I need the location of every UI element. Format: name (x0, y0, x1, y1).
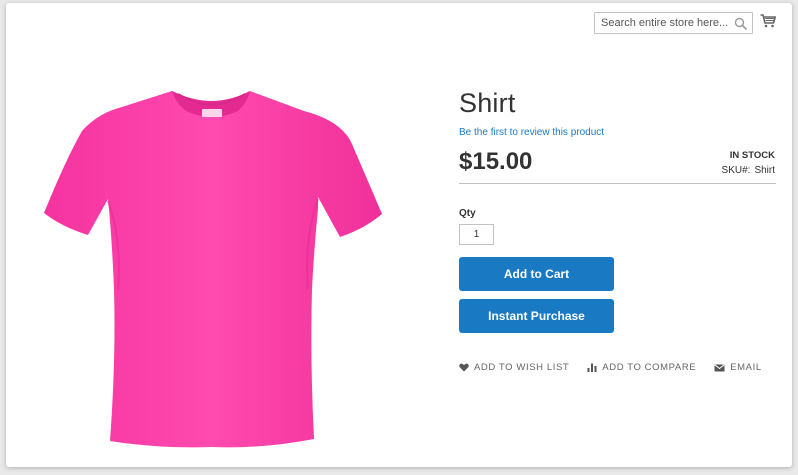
add-to-wishlist-link[interactable]: ADD TO WISH LIST (459, 362, 569, 373)
product-page: Search entire store here... Shirt Be the… (6, 3, 792, 467)
product-social-actions: ADD TO WISH LIST ADD TO COMPARE EMAIL (459, 362, 762, 373)
email-link[interactable]: EMAIL (714, 362, 762, 373)
sku-label: SKU#: (721, 165, 751, 176)
sku-value: Shirt (754, 165, 775, 176)
search-icon[interactable] (734, 17, 747, 30)
qty-input[interactable] (459, 224, 494, 245)
compare-label: ADD TO COMPARE (602, 362, 697, 373)
compare-icon (587, 363, 597, 372)
product-image[interactable] (42, 89, 382, 451)
product-sku: SKU#: Shirt (722, 165, 775, 176)
instant-purchase-button[interactable]: Instant Purchase (459, 299, 614, 333)
qty-label: Qty (459, 208, 476, 219)
heart-icon (459, 363, 469, 372)
product-title: Shirt (459, 88, 516, 118)
divider (459, 183, 776, 184)
add-to-compare-link[interactable]: ADD TO COMPARE (587, 362, 696, 373)
add-to-cart-button[interactable]: Add to Cart (459, 257, 614, 291)
stock-status: IN STOCK (729, 150, 775, 161)
product-price: $15.00 (459, 148, 533, 175)
search-input[interactable]: Search entire store here... (594, 12, 753, 34)
search-placeholder: Search entire store here... (601, 17, 729, 29)
cart-icon[interactable] (760, 14, 776, 28)
review-link[interactable]: Be the first to review this product (459, 127, 604, 138)
envelope-icon (714, 363, 725, 371)
email-label: EMAIL (730, 362, 762, 373)
wishlist-label: ADD TO WISH LIST (474, 362, 570, 373)
